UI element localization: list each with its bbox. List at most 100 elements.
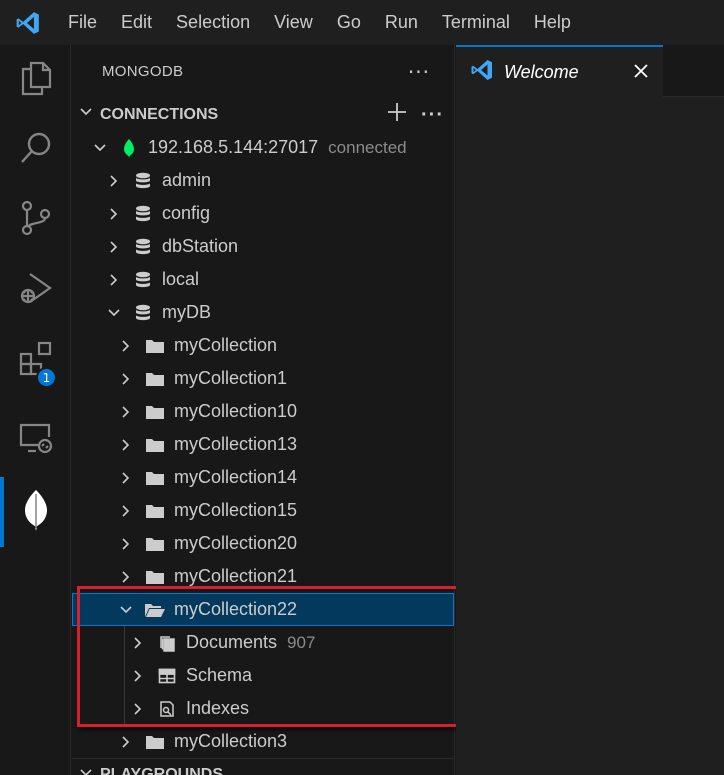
menu-run[interactable]: Run [373,0,430,45]
folder-icon [144,368,166,390]
folder-open-icon [144,599,166,621]
more-actions-icon[interactable]: ··· [421,105,444,125]
folder-icon [144,467,166,489]
collection-item[interactable]: myCollection1 [72,362,454,395]
folder-icon [144,731,166,753]
collection-item[interactable]: myCollection3 [72,725,454,758]
vscode-logo-icon [470,58,494,86]
chevron-right-icon [116,435,136,455]
playgrounds-section-header[interactable]: PLAYGROUNDS [72,758,454,775]
indent-guide [124,626,125,659]
editor-area: Welcome [456,45,724,775]
collection-item[interactable]: myCollection13 [72,428,454,461]
menu-edit[interactable]: Edit [109,0,164,45]
collection-label: myCollection1 [174,368,288,388]
search-button[interactable] [0,115,71,185]
vscode-logo-icon [0,0,56,45]
connection-item[interactable]: 192.168.5.144:27017 connected [72,131,454,164]
schema-table-icon [156,665,178,687]
database-icon [132,269,154,291]
collection-item[interactable]: myCollection21 [72,560,454,593]
mongodb-leaf-icon [23,488,49,536]
collection-item[interactable]: myCollection20 [72,527,454,560]
chevron-right-icon [116,534,136,554]
menu-go[interactable]: Go [325,0,373,45]
remote-explorer-button[interactable] [0,405,71,475]
search-icon [19,131,53,169]
collection-item[interactable]: myCollection14 [72,461,454,494]
chevron-right-icon [116,468,136,488]
collection-label: myCollection21 [174,566,298,586]
database-item[interactable]: config [72,197,454,230]
schema-item[interactable]: Schema [72,659,454,692]
collection-label: myCollection13 [174,434,298,454]
collection-item-selected[interactable]: myCollection22 [72,593,454,626]
more-actions-icon[interactable]: ··· [408,62,430,82]
indent-guide [124,692,125,725]
collection-label: myCollection20 [174,533,298,553]
database-icon [132,302,154,324]
chevron-down-icon [116,600,136,620]
remote-explorer-icon [18,421,54,459]
collection-label: myCollection [174,335,278,355]
menu-terminal[interactable]: Terminal [430,0,522,45]
source-control-icon [20,200,52,240]
collection-label: myCollection10 [174,401,298,421]
tab-welcome[interactable]: Welcome [456,45,663,97]
folder-icon [144,533,166,555]
explorer-button[interactable] [0,45,71,115]
connections-label: CONNECTIONS [100,105,219,123]
chevron-right-icon [116,732,136,752]
menu-view[interactable]: View [262,0,325,45]
database-icon [132,170,154,192]
mongodb-button[interactable] [0,477,71,547]
database-item[interactable]: local [72,263,454,296]
indexes-item[interactable]: Indexes [72,692,454,725]
files-icon [19,60,53,100]
documents-label: Documents [186,632,278,652]
schema-label: Schema [186,665,253,685]
extensions-button[interactable]: 1 [0,325,71,395]
collection-item[interactable]: myCollection15 [72,494,454,527]
tab-label: Welcome [504,61,579,82]
database-icon [132,203,154,225]
run-debug-button[interactable] [0,255,71,325]
database-item[interactable]: admin [72,164,454,197]
collection-item[interactable]: myCollection10 [72,395,454,428]
chevron-right-icon [104,171,124,191]
chevron-right-icon [116,402,136,422]
documents-item[interactable]: Documents 907 [72,626,454,659]
menu-selection[interactable]: Selection [164,0,262,45]
title-bar: File Edit Selection View Go Run Terminal… [0,0,724,45]
menu-file[interactable]: File [56,0,109,45]
chevron-down-icon [104,303,124,323]
chevron-right-icon [116,336,136,356]
mongodb-sidebar: MONGODB ··· CONNECTIONS ··· 192.168.5.14… [72,45,455,775]
chevron-right-icon [116,567,136,587]
indexes-label: Indexes [186,698,250,718]
mongodb-leaf-icon [118,137,140,159]
chevron-down-icon [78,104,94,125]
chevron-right-icon [104,204,124,224]
source-control-button[interactable] [0,185,71,255]
activity-bar: 1 [0,45,71,775]
chevron-right-icon [128,699,148,719]
chevron-right-icon [128,633,148,653]
chevron-right-icon [104,237,124,257]
connections-section-header[interactable]: CONNECTIONS ··· [72,98,454,131]
collection-item[interactable]: myCollection [72,329,454,362]
chevron-right-icon [116,369,136,389]
sidebar-header: MONGODB ··· [72,45,454,98]
database-item[interactable]: myDB [72,296,454,329]
close-icon[interactable] [633,60,649,84]
add-connection-icon[interactable] [387,102,407,127]
connection-status: connected [328,137,407,157]
documents-icon [156,632,178,654]
database-label: myDB [162,302,211,322]
folder-icon [144,566,166,588]
menu-help[interactable]: Help [522,0,583,45]
connection-host: 192.168.5.144:27017 [148,137,319,157]
folder-icon [144,335,166,357]
database-icon [132,236,154,258]
database-item[interactable]: dbStation [72,230,454,263]
